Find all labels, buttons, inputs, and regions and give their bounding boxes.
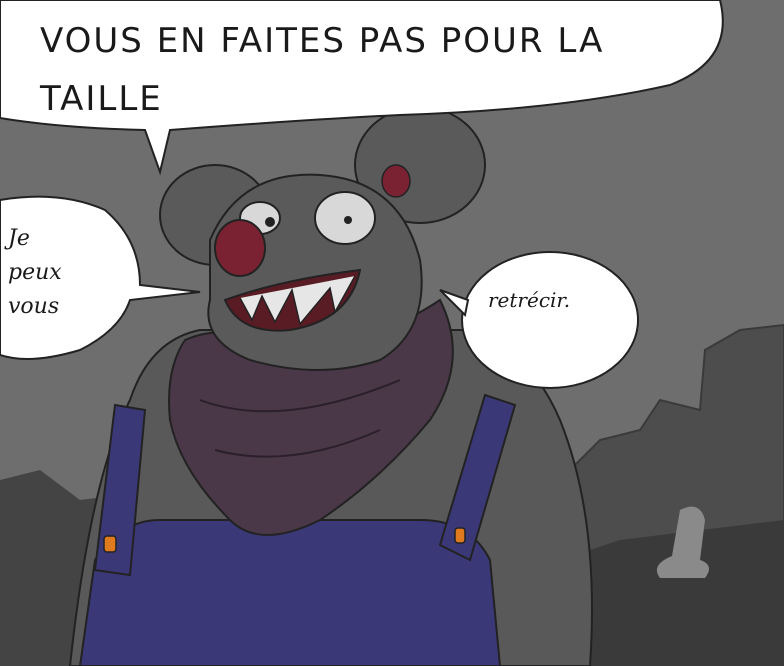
character-pupil-right (344, 216, 352, 224)
speech-text-top: VOUS EN FAITES PAS POUR LA TAILLE (40, 21, 605, 119)
speech-text-left: Je peux vous (8, 226, 62, 319)
character-ear-right-inner (381, 164, 411, 198)
speech-text-right: retrécir. (488, 288, 571, 312)
overall-button-left (103, 535, 117, 553)
character-pupil-left (265, 217, 275, 227)
character-overalls (78, 519, 502, 666)
character-nose (214, 219, 266, 277)
overall-button-right (454, 527, 466, 544)
speech-bubble-right (461, 251, 639, 389)
